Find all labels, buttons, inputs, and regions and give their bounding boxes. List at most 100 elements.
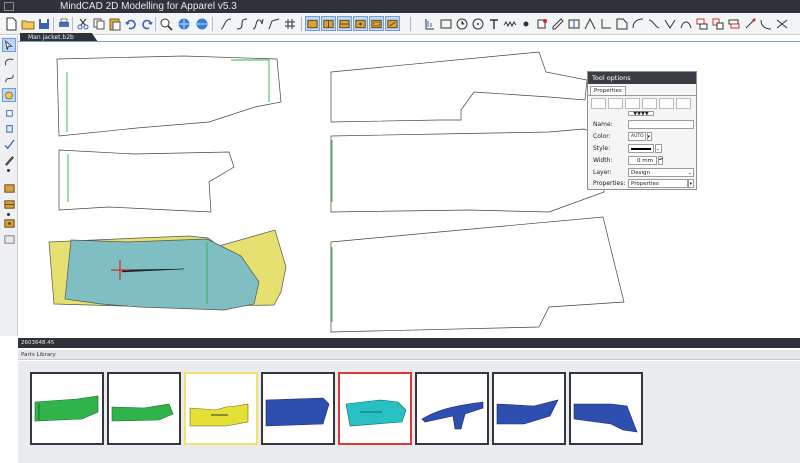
pattern-piece-back [56,55,282,137]
pen-icon[interactable] [2,153,16,167]
trim-icon[interactable] [774,16,789,31]
undo-icon[interactable] [123,16,138,31]
rotate-icon[interactable] [2,88,16,102]
clock-icon[interactable] [454,16,469,31]
grainline-green [66,59,270,132]
preset-swatch[interactable] [659,98,674,109]
library-part-tile[interactable] [30,372,104,445]
app-icon [4,2,14,11]
new-file-icon[interactable] [3,16,18,31]
parts-library-header: Parts Library [18,350,800,360]
width-input[interactable]: 0 mm [628,156,657,165]
color-picker[interactable]: AUTO [628,132,646,141]
pan-hand-icon[interactable] [2,104,16,118]
preset-swatch[interactable] [642,98,657,109]
loop-icon[interactable] [2,71,16,85]
library-part-tile[interactable] [261,372,335,445]
name-label: Name: [593,121,613,128]
preset-swatch[interactable] [625,98,640,109]
color-dropdown[interactable]: ▾ [647,132,652,141]
measure-icon[interactable] [422,16,437,31]
save-icon[interactable] [36,16,51,31]
pleat-tool-icon[interactable] [337,16,352,31]
pattern-piece-sleeve [330,51,588,123]
properties-select[interactable]: Properties [628,179,688,188]
zoom-icon[interactable] [158,16,173,31]
circle-icon[interactable] [470,16,485,31]
redo-icon[interactable] [139,16,154,31]
select-arrow-icon[interactable] [2,38,16,52]
piece-tool-3-icon[interactable] [2,216,16,230]
width-stepper[interactable]: ▴▾ [658,156,663,165]
rectangle-icon[interactable] [438,16,453,31]
node-icon[interactable] [518,16,533,31]
open-folder-icon[interactable] [20,16,35,31]
text-icon[interactable] [486,16,501,31]
library-part-tile-selected[interactable] [184,372,258,445]
toolbar-separator [301,17,302,31]
paste-icon[interactable] [107,16,122,31]
preset-swatch[interactable] [608,98,623,109]
web-dropdown-icon[interactable] [194,16,209,31]
curve-5-icon[interactable] [646,16,661,31]
mirror-icon[interactable] [582,16,597,31]
grid-icon[interactable] [282,16,297,31]
tab-properties[interactable]: Properties [590,86,626,95]
layers-icon[interactable] [710,16,725,31]
preset-arrows[interactable]: ▼▼▼▼ [628,111,654,117]
library-part-tile[interactable] [415,372,489,445]
print-icon[interactable] [56,16,71,31]
zigzag-icon[interactable] [502,16,517,31]
layers-2-icon[interactable] [726,16,741,31]
corner-icon[interactable] [598,16,613,31]
drawing-canvas[interactable]: Tool options Properties ▼▼▼▼ Name: Color… [19,42,800,338]
grade-tool-icon[interactable] [385,16,400,31]
library-part-tile-selected[interactable] [338,372,412,445]
lasso-icon[interactable] [2,55,16,69]
name-field[interactable] [628,120,694,129]
library-part-tile[interactable] [569,372,643,445]
toolstrip-dot [7,169,10,172]
window-title: MindCAD 2D Modelling for Apparel v5.3 [60,1,237,12]
pin-icon[interactable] [534,16,549,31]
check-pen-icon[interactable] [2,137,16,151]
properties-dropdown[interactable]: ▾ [688,179,694,188]
preset-swatch[interactable] [591,98,606,109]
seam-tool-icon[interactable] [369,16,384,31]
curve-2-icon[interactable] [234,16,249,31]
style-label: Style: [593,145,611,152]
notch-tool-icon[interactable] [353,16,368,31]
hand-icon[interactable] [2,120,16,134]
part-thumbnail [111,403,174,422]
width-label: Width: [593,157,613,164]
split-icon[interactable] [566,16,581,31]
curve-4-icon[interactable] [266,16,281,31]
toolbar-separator [410,17,411,31]
edit-node-icon[interactable] [742,16,757,31]
layer-select[interactable]: Design ⌄ [628,168,694,177]
style-dropdown[interactable]: ⌄ [655,144,662,153]
preset-swatch[interactable] [676,98,691,109]
web-icon[interactable] [176,16,191,31]
corner-2-icon[interactable] [630,16,645,31]
curve-7-icon[interactable] [678,16,693,31]
stack-icon[interactable] [694,16,709,31]
curve-icon[interactable] [218,16,233,31]
copy-icon[interactable] [91,16,106,31]
tool-options-title: Tool options [588,72,696,84]
library-part-tile[interactable] [492,372,566,445]
shape-icon[interactable] [614,16,629,31]
piece-tool-1-icon[interactable] [2,181,16,195]
curve-8-icon[interactable] [758,16,773,31]
curve-6-icon[interactable] [662,16,677,31]
part-thumbnail [34,395,99,422]
library-part-tile[interactable] [107,372,181,445]
curve-3-icon[interactable] [250,16,265,31]
piece-tool-icon[interactable] [305,16,320,31]
dart-tool-icon[interactable] [321,16,336,31]
style-select[interactable] [628,144,654,153]
piece-tool-4-icon[interactable] [2,232,16,246]
piece-tool-2-icon[interactable] [2,197,16,211]
piece-edit-icon[interactable] [550,16,565,31]
cut-icon[interactable] [75,16,90,31]
